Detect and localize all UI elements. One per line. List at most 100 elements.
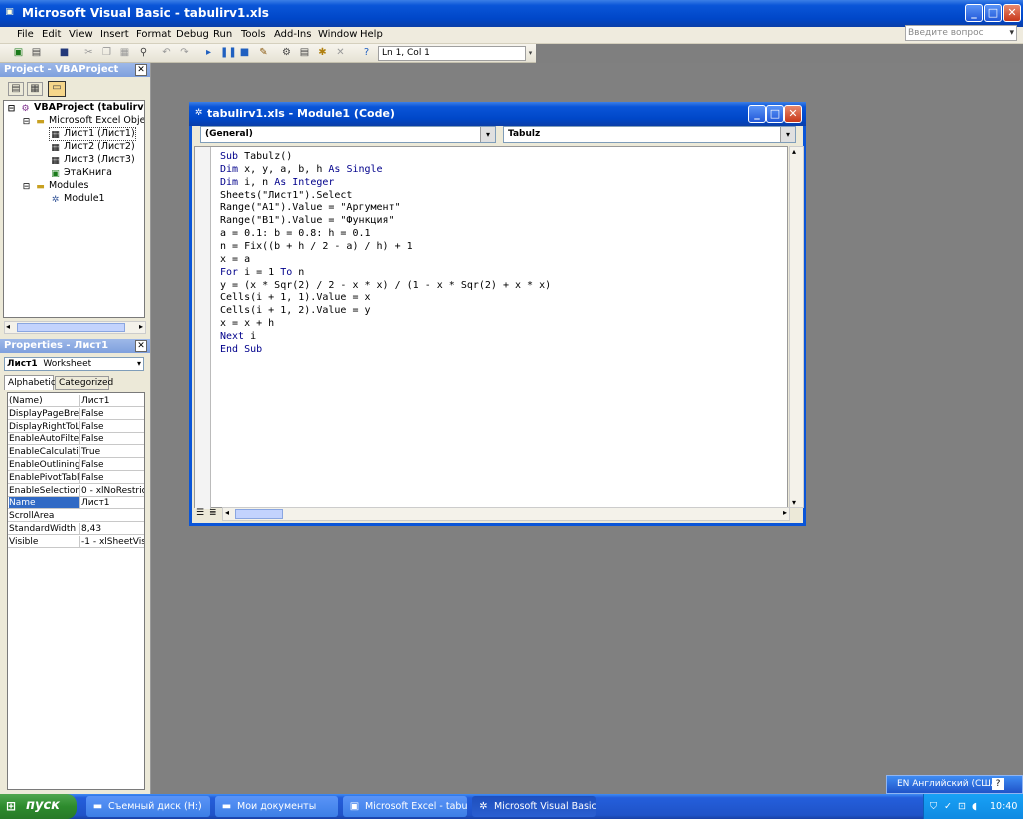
- chevron-down-icon[interactable]: ▾: [137, 358, 141, 370]
- project-horizontal-scrollbar[interactable]: ◂ ▸: [4, 321, 146, 334]
- property-value[interactable]: False: [79, 459, 144, 470]
- tab-categorized[interactable]: Categorized: [55, 376, 113, 390]
- property-row[interactable]: (Name) Лист1: [8, 395, 144, 407]
- properties-panel-close-icon[interactable]: ✕: [135, 340, 147, 352]
- code-line[interactable]: End Sub: [220, 343, 262, 356]
- code-minimize-button[interactable]: _: [748, 105, 766, 123]
- code-line[interactable]: Range("A1").Value = "Аргумент": [220, 201, 401, 214]
- view-object-icon[interactable]: ▦: [27, 82, 43, 96]
- code-line[interactable]: x = a: [220, 253, 250, 266]
- code-window-title-bar[interactable]: ✲ tabulirv1.xls - Module1 (Code) _ □ ✕: [189, 102, 806, 126]
- menu-debug[interactable]: Debug: [176, 27, 209, 44]
- tree-item-sheet3[interactable]: ▦ Лист3 (Лист3): [50, 154, 134, 166]
- tree-folder-objects[interactable]: ⊟ ▬ Microsoft Excel Objects: [21, 115, 144, 127]
- menu-help[interactable]: Help: [360, 27, 383, 44]
- toolbar-options-icon[interactable]: ▾: [526, 47, 535, 59]
- property-value[interactable]: 0 - xlNoRestricti: [79, 484, 144, 496]
- property-value[interactable]: False: [79, 433, 144, 445]
- network-icon[interactable]: ✓: [944, 794, 952, 819]
- cut-icon[interactable]: ✂: [82, 47, 95, 59]
- object-browser-icon[interactable]: ✱: [316, 47, 329, 59]
- help-icon[interactable]: ?: [992, 778, 1004, 790]
- view-code-icon[interactable]: ▤: [8, 82, 24, 96]
- chevron-down-icon[interactable]: ▾: [780, 127, 795, 142]
- tree-item-module1[interactable]: ✲ Module1: [50, 193, 105, 205]
- menu-edit[interactable]: Edit: [42, 27, 61, 44]
- scroll-right-icon[interactable]: ▸: [139, 322, 143, 331]
- property-value[interactable]: True: [79, 446, 144, 458]
- procedure-view-icon[interactable]: ☰: [196, 508, 204, 518]
- tree-item-sheet1[interactable]: ▦ Лист1 (Лист1): [49, 127, 136, 141]
- task-visual-basic[interactable]: ✲ Microsoft Visual Basic ...: [472, 796, 596, 817]
- code-horizontal-scrollbar[interactable]: ◂ ▸: [222, 507, 790, 521]
- property-value[interactable]: Лист1: [79, 395, 144, 406]
- start-button[interactable]: ⊞ пуск: [0, 794, 77, 819]
- tab-alphabetic[interactable]: Alphabetic: [4, 375, 56, 390]
- run-icon[interactable]: ▸: [202, 47, 215, 59]
- property-row[interactable]: Visible -1 - xlSheetVisib: [8, 535, 144, 548]
- task-removable-disk[interactable]: ▬ Съемный диск (H:): [86, 796, 210, 817]
- code-maximize-button[interactable]: □: [766, 105, 784, 123]
- code-line[interactable]: Sub Tabulz(): [220, 150, 292, 163]
- property-row[interactable]: DisplayPageBreakFalse: [8, 407, 144, 420]
- toggle-folders-icon[interactable]: ▭: [48, 81, 66, 97]
- menu-tools[interactable]: Tools: [241, 27, 266, 44]
- code-line[interactable]: Sheets("Лист1").Select: [220, 189, 352, 202]
- find-icon[interactable]: ⚲: [137, 47, 150, 59]
- property-row[interactable]: Name Лист1: [8, 497, 144, 510]
- property-value[interactable]: False: [79, 420, 144, 432]
- project-panel-close-icon[interactable]: ✕: [135, 64, 147, 76]
- minimize-button[interactable]: _: [965, 4, 983, 22]
- menu-window[interactable]: Window: [318, 27, 357, 44]
- usb-icon[interactable]: ⊡: [958, 794, 966, 819]
- scroll-left-icon[interactable]: ◂: [6, 322, 10, 331]
- menu-insert[interactable]: Insert: [100, 27, 129, 44]
- shield-icon[interactable]: ⛉: [930, 794, 937, 819]
- code-line[interactable]: Range("B1").Value = "Функция": [220, 214, 395, 227]
- copy-icon[interactable]: ❐: [100, 47, 113, 59]
- menu-run[interactable]: Run: [213, 27, 232, 44]
- reset-icon[interactable]: ■: [238, 47, 251, 59]
- property-row[interactable]: EnableCalculationTrue: [8, 446, 144, 459]
- property-value[interactable]: Лист1: [79, 497, 144, 509]
- paste-icon[interactable]: ▦: [118, 47, 131, 59]
- undo-icon[interactable]: ↶: [160, 47, 173, 59]
- tree-item-sheet2[interactable]: ▦ Лист2 (Лист2): [50, 141, 134, 153]
- ask-question-box[interactable]: Введите вопрос: [905, 25, 1017, 41]
- code-line[interactable]: Cells(i + 1, 2).Value = y: [220, 304, 371, 317]
- design-mode-icon[interactable]: ✎: [257, 47, 270, 59]
- property-row[interactable]: EnableAutoFilter False: [8, 433, 144, 446]
- object-selector[interactable]: Лист1 Worksheet ▾: [4, 357, 144, 371]
- scroll-up-icon[interactable]: ▴: [792, 147, 796, 156]
- project-explorer-icon[interactable]: ⚙: [280, 47, 293, 59]
- help-icon[interactable]: ?: [360, 47, 373, 59]
- scroll-left-icon[interactable]: ◂: [225, 508, 229, 517]
- object-combo[interactable]: (General) ▾: [200, 126, 496, 143]
- code-line[interactable]: Next i: [220, 330, 256, 343]
- tree-root[interactable]: ⊟ ⚙ VBAProject (tabulirv1.xls): [6, 102, 144, 114]
- code-line[interactable]: a = 0.1: b = 0.8: h = 0.1: [220, 227, 371, 240]
- property-row[interactable]: StandardWidth 8,43: [8, 523, 144, 535]
- tree-item-workbook[interactable]: ▣ ЭтаКнига: [50, 167, 112, 179]
- full-module-view-icon[interactable]: ≣: [209, 508, 217, 518]
- task-excel[interactable]: ▣ Microsoft Excel - tabu...: [343, 796, 467, 817]
- collapse-icon[interactable]: ⊟: [21, 182, 32, 192]
- language-bar[interactable]: EN Английский (США) ?: [886, 775, 1023, 794]
- property-row[interactable]: ScrollArea: [8, 510, 144, 523]
- chevron-down-icon[interactable]: ▾: [480, 127, 495, 142]
- collapse-icon[interactable]: ⊟: [21, 117, 32, 127]
- maximize-button[interactable]: □: [984, 4, 1002, 22]
- code-line[interactable]: Cells(i + 1, 1).Value = x: [220, 291, 371, 304]
- code-close-button[interactable]: ✕: [784, 105, 802, 123]
- close-button[interactable]: ✕: [1003, 4, 1021, 22]
- property-row[interactable]: EnablePivotTable False: [8, 471, 144, 484]
- code-line[interactable]: n = Fix((b + h / 2 - a) / h) + 1: [220, 240, 413, 253]
- save-icon[interactable]: ■: [58, 47, 71, 59]
- margin-indicator-bar[interactable]: [195, 147, 211, 509]
- menu-file[interactable]: File: [17, 27, 34, 44]
- code-line[interactable]: x = x + h: [220, 317, 274, 330]
- redo-icon[interactable]: ↷: [178, 47, 191, 59]
- collapse-icon[interactable]: ⊟: [6, 104, 17, 114]
- property-value[interactable]: False: [79, 407, 144, 419]
- code-editor[interactable]: Sub Tabulz() Dim x, y, a, b, h As Single D…: [194, 146, 788, 509]
